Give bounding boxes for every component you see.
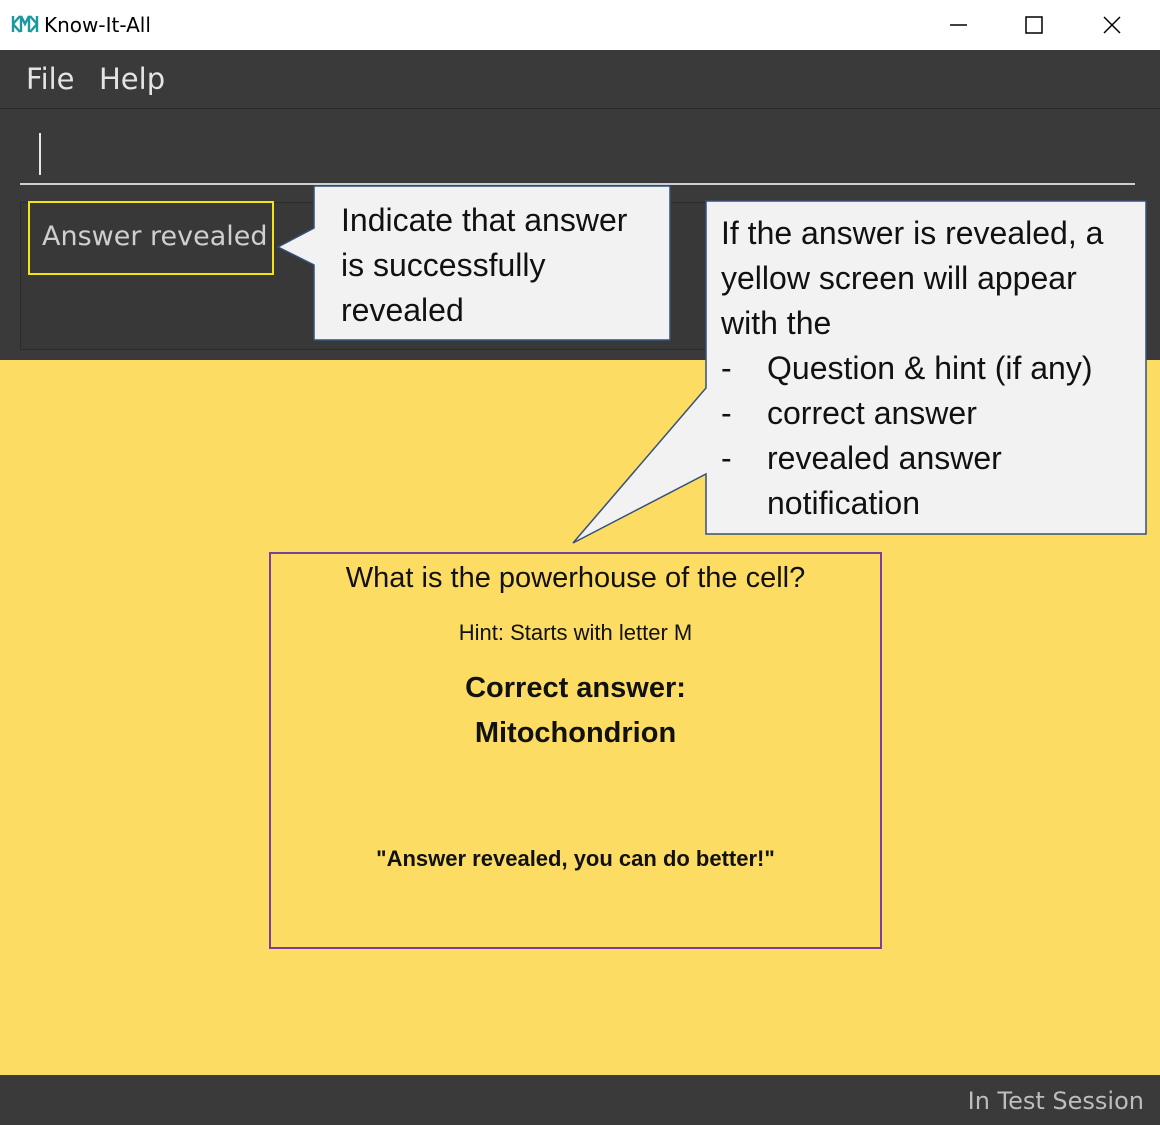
callout2-bullet-text: notification: [767, 485, 920, 521]
callout2-line: If the answer is revealed, a: [721, 215, 1104, 251]
callout2-bullet-item: - revealed answer: [721, 436, 1141, 481]
maximize-button[interactable]: [996, 0, 1072, 50]
status-bar: In Test Session: [0, 1075, 1160, 1125]
command-area: [0, 108, 1160, 189]
bullet-dash: -: [721, 440, 732, 476]
command-input[interactable]: [20, 127, 1135, 185]
menu-bar: File Help: [0, 50, 1160, 108]
result-message: Answer revealed: [42, 221, 268, 252]
close-icon: [1103, 16, 1121, 34]
card-notification: "Answer revealed, you can do better!": [376, 846, 775, 871]
bullet-dash: -: [721, 350, 732, 386]
card-question: What is the powerhouse of the cell?: [345, 562, 806, 594]
callout2-bullet-item: notification: [721, 481, 1141, 526]
status-text: In Test Session: [967, 1087, 1144, 1115]
title-bar: Know-It-All: [0, 0, 1160, 51]
callout2-bullet-text: revealed answer: [767, 440, 1002, 476]
close-button[interactable]: [1074, 0, 1150, 50]
callout2-text: If the answer is revealed, a yellow scre…: [721, 211, 1141, 526]
window-title: Know-It-All: [44, 13, 151, 37]
card-hint: Hint: Starts with letter M: [458, 620, 693, 645]
callout2-line: with the: [721, 305, 832, 341]
app-logo-icon: [11, 15, 39, 33]
maximize-icon: [1025, 16, 1043, 34]
minimize-icon: [950, 24, 967, 26]
result-highlight-box: Answer revealed: [28, 201, 274, 275]
callout2-bullet-text: Question & hint (if any): [767, 350, 1093, 386]
callout1-text: Indicate that answer is successfully rev…: [341, 198, 666, 333]
flashcard: What is the powerhouse of the cell? Hint…: [269, 552, 882, 949]
callout2-line: yellow screen will appear: [721, 260, 1077, 296]
callout2-bullet-item: - correct answer: [721, 391, 1141, 436]
text-caret: [39, 133, 41, 175]
callout1-line: Indicate that answer: [341, 202, 628, 238]
callout1-line: is successfully: [341, 247, 546, 283]
minimize-button[interactable]: [920, 0, 996, 50]
card-answer: Mitochondrion: [474, 717, 677, 749]
menu-file[interactable]: File: [26, 62, 75, 96]
bullet-dash: -: [721, 395, 732, 431]
callout2-bullet-text: correct answer: [767, 395, 977, 431]
callout2-bullet-item: - Question & hint (if any): [721, 346, 1141, 391]
card-answer-label: Correct answer:: [465, 672, 686, 704]
callout1-line: revealed: [341, 292, 464, 328]
menu-help[interactable]: Help: [99, 62, 165, 96]
